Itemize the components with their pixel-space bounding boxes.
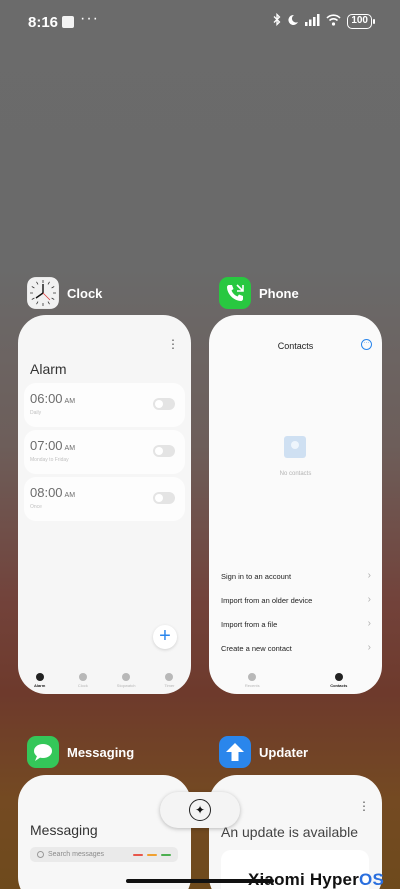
update-title: An update is available <box>221 824 358 840</box>
timer-icon <box>165 673 174 681</box>
alarm-title: Alarm <box>30 361 67 377</box>
status-bar: 8:16 ··· 100 <box>0 0 400 44</box>
recent-card-messaging[interactable]: Messaging Search messages <box>18 775 191 889</box>
status-icons: 100 <box>273 12 375 30</box>
chevron-right-icon: › <box>367 618 371 629</box>
signal-icon <box>305 13 320 30</box>
chevron-right-icon: › <box>367 570 371 581</box>
clear-sparkle-icon: ✦ <box>189 799 211 821</box>
app-name-clock: Clock <box>67 285 103 301</box>
dash-red <box>133 854 143 856</box>
chevron-right-icon: › <box>367 594 371 605</box>
app-header-messaging[interactable]: Messaging <box>27 736 134 768</box>
more-options-icon: ··· <box>361 339 372 350</box>
recent-card-clock[interactable]: ⋮ Alarm 06:00 AM Daily 07:00 AM Monday to … <box>18 315 191 694</box>
phone-app-icon[interactable] <box>219 277 251 309</box>
app-header-phone[interactable]: Phone <box>219 277 299 309</box>
alarm-item: 06:00 AM Daily <box>24 383 185 427</box>
alarm-repeat: Daily <box>30 410 42 416</box>
clock-app-icon[interactable] <box>27 277 59 309</box>
alarm-time: 06:00 AM <box>30 391 76 406</box>
moon-icon <box>287 14 299 30</box>
messaging-title: Messaging <box>30 822 98 838</box>
bluetooth-icon <box>273 12 281 30</box>
wifi-icon <box>326 13 341 30</box>
notification-icon <box>62 16 74 28</box>
alarm-time: 08:00 AM <box>30 485 76 500</box>
contacts-icon <box>334 673 343 681</box>
option-create-contact: Create a new contact › <box>221 642 371 653</box>
tab-timer: Timer <box>150 673 188 688</box>
option-sign-in: Sign in to an account › <box>221 570 371 581</box>
tab-alarm: Alarm <box>21 673 59 688</box>
alarm-repeat: Monday to Friday <box>30 457 69 463</box>
more-options-icon: ⋮ <box>358 799 370 813</box>
app-header-clock[interactable]: Clock <box>27 277 102 309</box>
updater-app-icon[interactable] <box>219 736 251 768</box>
alarm-item: 08:00 AM Once <box>24 477 185 521</box>
stopwatch-icon <box>122 673 131 681</box>
chevron-right-icon: › <box>367 642 371 653</box>
alarm-item: 07:00 AM Monday to Friday <box>24 430 185 474</box>
battery-indicator: 100 <box>347 14 375 29</box>
alarm-toggle <box>153 492 175 504</box>
add-alarm-icon: + <box>153 625 177 649</box>
home-indicator[interactable] <box>126 879 274 883</box>
tab-stopwatch: Stopwatch <box>107 673 145 688</box>
tab-contacts: Contacts <box>320 673 358 688</box>
option-import-file: Import from a file › <box>221 618 371 629</box>
alarm-toggle <box>153 398 175 410</box>
status-time: 8:16 <box>28 14 59 31</box>
clock-tab-bar: Alarm Clock Stopwatch Timer <box>18 673 191 688</box>
alarm-time: 07:00 AM <box>30 438 76 453</box>
more-options-icon: ⋮ <box>167 337 179 351</box>
tab-clock: Clock <box>64 673 102 688</box>
contacts-title: Contacts <box>277 341 314 351</box>
alarm-icon <box>35 673 44 681</box>
search-messages-field: Search messages <box>30 847 178 862</box>
app-name-phone: Phone <box>259 285 299 301</box>
phone-tab-bar: Recents Contacts <box>209 673 382 688</box>
alarm-toggle <box>153 445 175 457</box>
dash-green <box>161 854 171 856</box>
messaging-app-icon[interactable] <box>27 736 59 768</box>
option-import-device: Import from an older device › <box>221 594 371 605</box>
alarm-repeat: Once <box>30 504 42 510</box>
clear-all-button[interactable]: ✦ <box>160 792 240 828</box>
more-notifications-icon: ··· <box>80 10 99 27</box>
empty-state-text: No contacts <box>279 471 312 477</box>
clock-icon <box>78 673 87 681</box>
app-header-updater[interactable]: Updater <box>219 736 308 768</box>
dash-orange <box>147 854 157 856</box>
app-name-updater: Updater <box>259 744 309 760</box>
contact-placeholder-icon <box>284 436 306 458</box>
tab-recents: Recents <box>233 673 271 688</box>
recent-card-phone[interactable]: Contacts ··· No contacts Sign in to an a… <box>209 315 382 694</box>
app-name-messaging: Messaging <box>67 744 135 760</box>
recents-icon <box>248 673 257 681</box>
